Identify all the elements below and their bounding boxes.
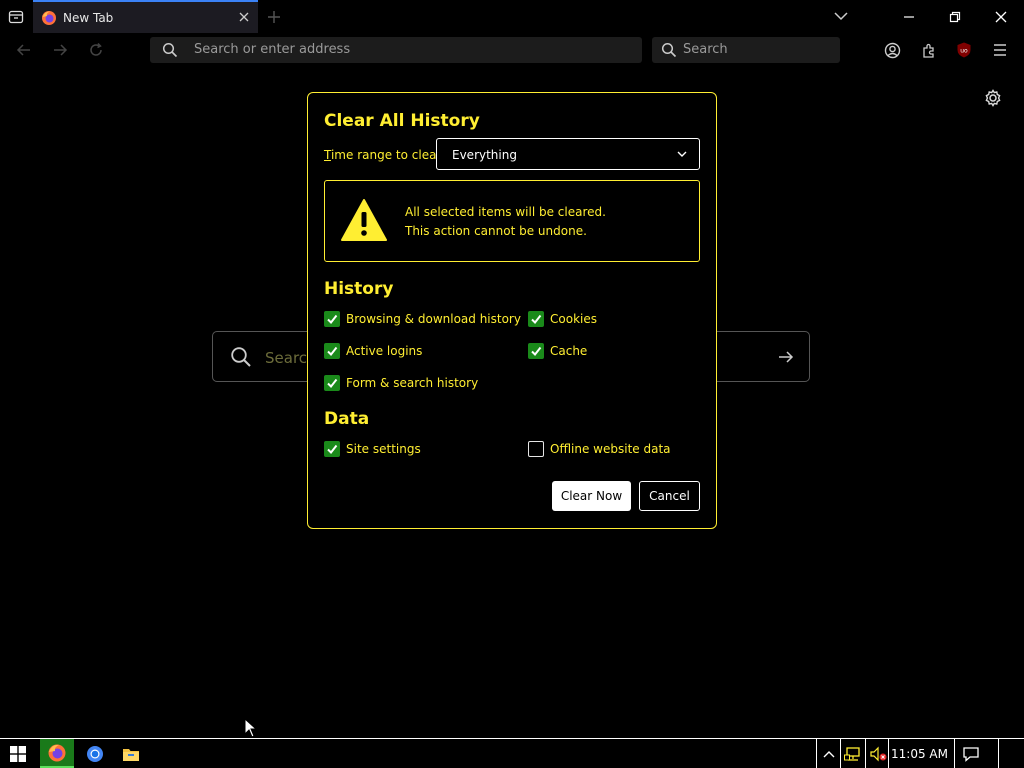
- file-explorer-icon: [123, 748, 139, 761]
- minimize-icon: [904, 15, 914, 18]
- account-icon: [884, 42, 900, 58]
- firefox-icon: [48, 744, 66, 761]
- tab-close-icon[interactable]: [238, 11, 250, 23]
- firefox-view-button[interactable]: [0, 0, 32, 33]
- checkbox-label: Browsing & download history: [346, 312, 521, 326]
- checkbox-offline-website-data[interactable]: Offline website data: [528, 440, 671, 458]
- checkbox-label: Active logins: [346, 344, 423, 358]
- tab-new-tab[interactable]: New Tab: [33, 0, 258, 33]
- checkbox-label: Cookies: [550, 312, 597, 326]
- time-range-value: Everything: [452, 148, 517, 162]
- customize-new-tab-button[interactable]: [983, 88, 1003, 108]
- minimize-button[interactable]: [886, 0, 932, 33]
- warning-line-2: This action cannot be undone.: [405, 224, 587, 238]
- warning-box: All selected items will be cleared. This…: [324, 180, 700, 262]
- tab-title: New Tab: [63, 11, 114, 25]
- app-menu-button[interactable]: [988, 39, 1012, 61]
- search-bar[interactable]: Search: [652, 37, 840, 63]
- gear-icon: [985, 89, 1001, 107]
- search-icon: [661, 42, 677, 58]
- network-icon: [844, 746, 860, 761]
- restore-icon: [949, 11, 961, 22]
- checkbox-checked-icon[interactable]: [324, 311, 340, 327]
- show-desktop-button[interactable]: [998, 739, 1024, 768]
- firefox-view-icon: [8, 10, 24, 23]
- cancel-button[interactable]: Cancel: [639, 481, 700, 511]
- firefox-icon: [41, 10, 57, 26]
- search-bar-placeholder: Search: [683, 42, 728, 57]
- forward-button[interactable]: [47, 37, 73, 63]
- checkbox-label: Form & search history: [346, 376, 479, 390]
- chevron-down-icon: [834, 12, 848, 21]
- ublock-origin-icon: uo: [957, 42, 971, 58]
- checkbox-form-search-history[interactable]: Form & search history: [324, 374, 478, 392]
- show-hidden-icons-button[interactable]: [816, 739, 840, 768]
- clear-history-dialog: Clear All History Time range to clear: E…: [307, 92, 717, 529]
- ublock-origin-button[interactable]: uo: [952, 39, 976, 61]
- checkbox-checked-icon[interactable]: [528, 343, 544, 359]
- puzzle-icon: [922, 43, 934, 58]
- network-status-button[interactable]: [840, 739, 865, 768]
- windows-logo-icon: [10, 745, 26, 762]
- checkbox-checked-icon[interactable]: [528, 311, 544, 327]
- action-center-button[interactable]: [954, 739, 986, 768]
- time-range-select[interactable]: Everything: [436, 138, 700, 170]
- volume-muted-icon: [869, 746, 886, 761]
- taskbar-file-explorer[interactable]: [114, 739, 148, 768]
- chevron-down-icon: [677, 151, 687, 158]
- checkbox-checked-icon[interactable]: [324, 343, 340, 359]
- warning-line-1: All selected items will be cleared.: [405, 205, 606, 219]
- restore-button[interactable]: [932, 0, 978, 33]
- checkbox-label: Site settings: [346, 442, 421, 456]
- dialog-title: Clear All History: [324, 111, 480, 131]
- reload-icon: [90, 42, 102, 56]
- address-bar[interactable]: Search or enter address: [150, 37, 642, 63]
- account-button[interactable]: [880, 39, 904, 61]
- new-tab-button[interactable]: [264, 7, 284, 27]
- checkbox-site-settings[interactable]: Site settings: [324, 440, 421, 458]
- plus-icon: [268, 11, 280, 23]
- search-icon: [230, 346, 252, 368]
- arrow-left-icon: [16, 44, 30, 56]
- time-range-label-accesskey: T: [324, 148, 331, 162]
- arrow-right-icon[interactable]: [777, 348, 795, 366]
- taskbar-firefox[interactable]: [40, 739, 74, 768]
- chevron-up-icon: [823, 750, 834, 757]
- hamburger-menu-icon: [994, 44, 1006, 56]
- checkbox-label: Cache: [550, 344, 588, 358]
- time-range-label-text: ime range to clear:: [330, 148, 446, 162]
- data-heading: Data: [324, 409, 370, 429]
- checkbox-cache[interactable]: Cache: [528, 342, 587, 360]
- search-icon: [162, 42, 178, 58]
- checkbox-checked-icon[interactable]: [324, 441, 340, 457]
- warning-icon: [340, 198, 388, 242]
- chrome-icon: [87, 745, 103, 762]
- mouse-cursor-icon: [244, 718, 258, 738]
- checkbox-checked-icon[interactable]: [324, 375, 340, 391]
- close-window-button[interactable]: [978, 0, 1024, 33]
- checkbox-browsing-download-history[interactable]: Browsing & download history: [324, 310, 521, 328]
- ublock-badge-text: uo: [960, 48, 968, 55]
- clear-now-button[interactable]: Clear Now: [552, 481, 631, 511]
- list-all-tabs-button[interactable]: [830, 6, 852, 26]
- checkbox-active-logins[interactable]: Active logins: [324, 342, 422, 360]
- taskbar-chrome[interactable]: [78, 739, 112, 768]
- start-button[interactable]: [0, 739, 36, 768]
- time-range-label: Time range to clear:: [324, 148, 445, 162]
- volume-button[interactable]: [865, 739, 889, 768]
- reload-button[interactable]: [83, 37, 109, 63]
- arrow-right-icon: [54, 44, 68, 56]
- extensions-button[interactable]: [917, 39, 941, 61]
- close-icon: [995, 11, 1007, 22]
- notification-icon: [962, 746, 979, 762]
- checkbox-unchecked-icon[interactable]: [528, 441, 544, 457]
- clock[interactable]: 11:05 AM: [888, 739, 950, 768]
- back-button[interactable]: [11, 37, 37, 63]
- checkbox-label: Offline website data: [550, 442, 671, 456]
- address-bar-placeholder: Search or enter address: [194, 42, 351, 57]
- history-heading: History: [324, 279, 394, 299]
- checkbox-cookies[interactable]: Cookies: [528, 310, 597, 328]
